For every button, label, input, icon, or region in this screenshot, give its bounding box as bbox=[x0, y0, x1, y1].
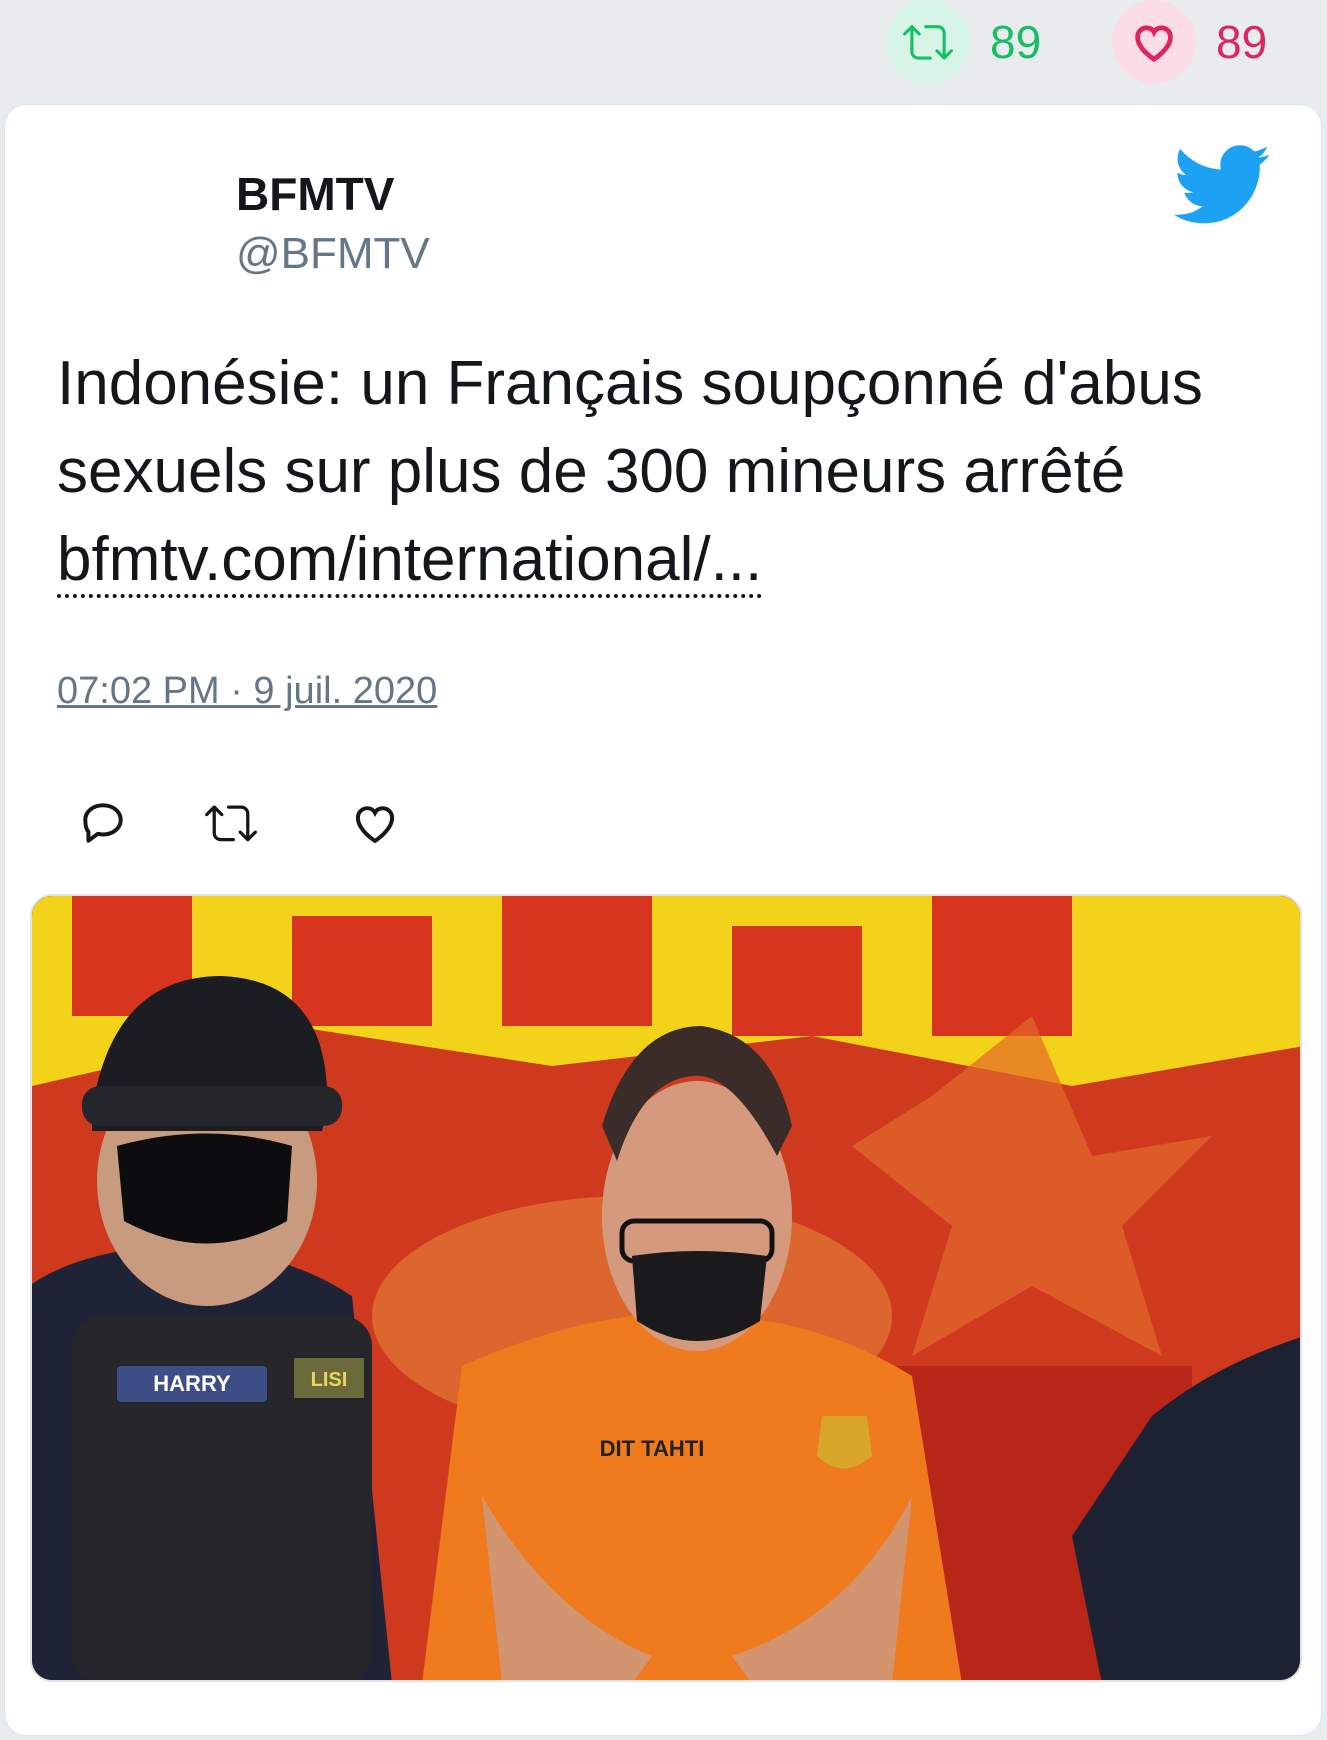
article-link[interactable]: bfmtv.com/international/... bbox=[57, 525, 763, 598]
tweet-photo[interactable]: HARRY LISI DIT TAHTI bbox=[30, 894, 1302, 1682]
twitter-bird-icon[interactable] bbox=[1175, 145, 1271, 225]
author-name[interactable]: BFMTV bbox=[236, 167, 394, 221]
photo-illustration: HARRY LISI DIT TAHTI bbox=[32, 896, 1300, 1680]
retweet-action-icon[interactable] bbox=[203, 795, 259, 851]
tweet-actions bbox=[75, 795, 475, 855]
engagement-bar: 89 89 bbox=[0, 0, 1327, 100]
vest-patch-text: HARRY bbox=[153, 1371, 231, 1396]
retweet-stat[interactable]: 89 bbox=[886, 0, 1041, 84]
heart-icon[interactable] bbox=[1112, 0, 1196, 84]
tweet-card[interactable]: BFMTV @BFMTV Indonésie: un Français soup… bbox=[4, 104, 1322, 1736]
tweet-timestamp[interactable]: 07:02 PM · 9 juil. 2020 bbox=[57, 670, 437, 713]
reply-icon[interactable] bbox=[75, 795, 131, 851]
like-action-icon[interactable] bbox=[347, 795, 403, 851]
shoulder-patch-text: LISI bbox=[311, 1369, 348, 1391]
like-count: 89 bbox=[1216, 16, 1268, 68]
author-handle[interactable]: @BFMTV bbox=[236, 229, 430, 279]
tweet-body: Indonésie: un Français soupçonné d'abus … bbox=[57, 349, 1203, 506]
tweet-text: Indonésie: un Français soupçonné d'abus … bbox=[57, 340, 1277, 604]
shirt-label-text: DIT TAHTI bbox=[600, 1436, 705, 1461]
retweet-count: 89 bbox=[990, 16, 1042, 68]
retweet-icon[interactable] bbox=[886, 0, 970, 84]
like-stat[interactable]: 89 bbox=[1112, 0, 1267, 84]
